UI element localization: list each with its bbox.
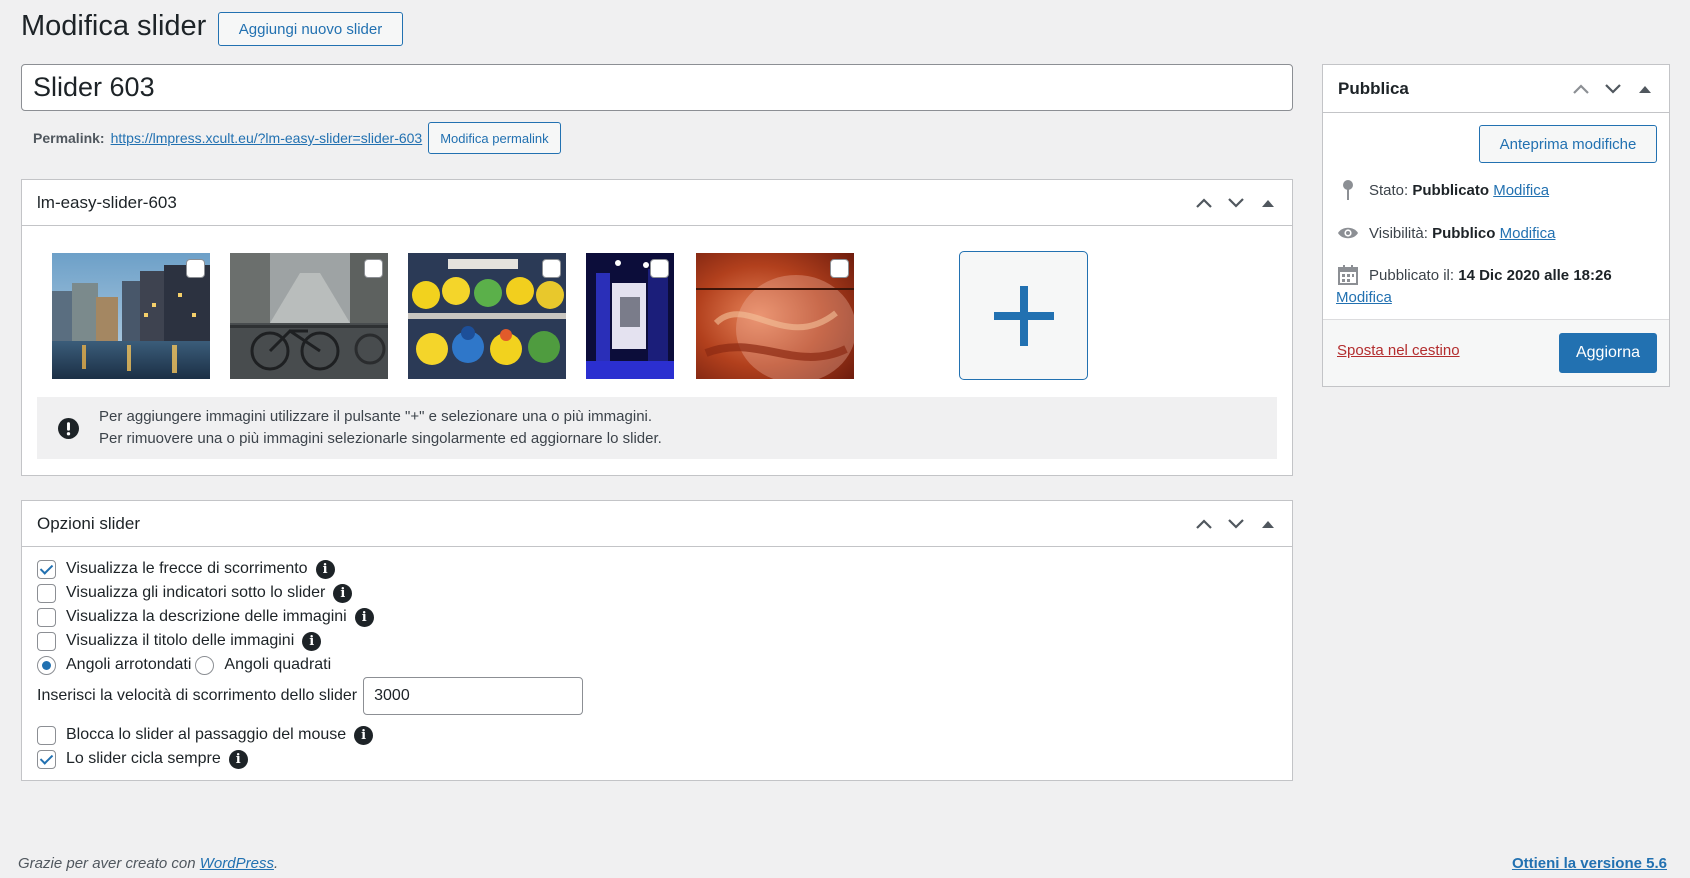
edit-permalink-button[interactable]: Modifica permalink [428, 122, 561, 154]
corners-rounded-radio[interactable] [37, 655, 56, 675]
exclamation-icon [58, 417, 79, 439]
publish-actions: Sposta nel cestino Aggiorna [1323, 319, 1669, 386]
corners-rounded-label: Angoli arrotondati [66, 656, 192, 673]
move-down-icon[interactable] [1222, 189, 1250, 217]
slider-image-blue-lit-corridor[interactable] [586, 253, 674, 379]
option-pause-hover: Blocca lo slider al passaggio del mouse … [37, 723, 374, 747]
move-to-trash-link[interactable]: Sposta nel cestino [1337, 342, 1460, 359]
show-arrows-checkbox[interactable] [37, 559, 56, 579]
status-label: Stato: [1369, 181, 1409, 199]
visibility-value: Pubblico [1432, 224, 1496, 242]
option-show-title: Visualizza il titolo delle immagini i [37, 629, 322, 653]
info-icon[interactable]: i [333, 583, 353, 603]
option-show-description: Visualizza la descrizione delle immagini… [37, 605, 374, 629]
publish-box-header: Pubblica [1323, 65, 1669, 113]
slider-image-amsterdam-canal-night[interactable] [52, 253, 210, 379]
loop-checkbox[interactable] [37, 749, 56, 769]
move-up-icon[interactable] [1567, 75, 1595, 103]
slider-image-rubber-ducks-shelf[interactable] [408, 253, 566, 379]
speed-input[interactable] [363, 677, 584, 715]
permalink-link[interactable]: https://lmpress.xcult.eu/?lm-easy-slider… [111, 130, 423, 146]
edit-status-link[interactable]: Modifica [1493, 182, 1549, 199]
option-speed: Inserisci la velocità di scorrimento del… [37, 677, 584, 715]
pause-hover-label: Blocca lo slider al passaggio del mouse [66, 726, 347, 743]
info-icon[interactable]: i [354, 725, 374, 745]
options-box-title: Opzioni slider [37, 513, 140, 533]
corners-square-label: Angoli quadrati [224, 656, 332, 673]
status-row: Stato: Pubblicato Modifica [1337, 179, 1549, 201]
option-show-arrows: Visualizza le frecce di scorrimento i [37, 557, 335, 581]
show-description-checkbox[interactable] [37, 607, 56, 627]
wordpress-link[interactable]: WordPress [200, 855, 274, 872]
visibility-row: Visibilità: Pubblico Modifica [1337, 222, 1555, 244]
slider-help-notice: Per aggiungere immagini utilizzare il pu… [37, 397, 1277, 459]
slider-images-box: lm-easy-slider-603 Per aggiungere immagi… [21, 179, 1293, 476]
move-up-icon[interactable] [1190, 189, 1218, 217]
show-arrows-label: Visualizza le frecce di scorrimento [66, 560, 308, 577]
update-button[interactable]: Aggiorna [1559, 333, 1657, 373]
slider-image-red-abstract-texture[interactable] [696, 253, 854, 379]
publish-box: Pubblica Anteprima modifiche Stato: Pubb… [1322, 64, 1670, 387]
pin-icon [1337, 179, 1359, 201]
edit-date-link[interactable]: Modifica [1336, 289, 1392, 306]
get-version-link[interactable]: Ottieni la versione 5.6 [1512, 855, 1667, 872]
show-title-checkbox[interactable] [37, 631, 56, 651]
corners-square-radio[interactable] [195, 655, 215, 675]
show-indicators-checkbox[interactable] [37, 583, 56, 603]
info-icon[interactable]: i [302, 631, 322, 651]
loop-label: Lo slider cicla sempre [66, 750, 221, 767]
option-corners: Angoli arrotondati Angoli quadrati [37, 653, 331, 677]
image-select-checkbox[interactable] [542, 259, 561, 278]
slider-title-input[interactable] [21, 64, 1293, 111]
show-title-label: Visualizza il titolo delle immagini [66, 632, 295, 649]
slider-box-title: lm-easy-slider-603 [37, 192, 177, 212]
footer-thanks-suffix: . [273, 855, 279, 872]
move-down-icon[interactable] [1222, 510, 1250, 538]
calendar-icon [1337, 264, 1359, 286]
image-select-checkbox[interactable] [364, 259, 383, 278]
slider-image-bicycle-canal-bridge[interactable] [230, 253, 388, 379]
image-select-checkbox[interactable] [830, 259, 849, 278]
move-up-icon[interactable] [1190, 510, 1218, 538]
info-icon[interactable]: i [228, 749, 248, 769]
notice-line-1: Per aggiungere immagini utilizzare il pu… [99, 408, 653, 425]
edit-visibility-link[interactable]: Modifica [1500, 225, 1556, 242]
eye-icon [1337, 222, 1359, 244]
image-select-checkbox[interactable] [650, 259, 669, 278]
options-box-header: Opzioni slider [22, 501, 1292, 547]
option-loop: Lo slider cicla sempre i [37, 747, 248, 771]
footer-thanks-text: Grazie per aver creato con [18, 855, 196, 872]
collapse-toggle-icon[interactable] [1254, 189, 1282, 217]
slider-options-box: Opzioni slider Visualizza le frecce di s… [21, 500, 1293, 781]
visibility-label: Visibilità: [1369, 224, 1428, 242]
add-image-button[interactable] [959, 251, 1088, 380]
published-value: 14 Dic 2020 alle 18:26 [1458, 266, 1612, 284]
show-description-label: Visualizza la descrizione delle immagini [66, 608, 347, 625]
move-down-icon[interactable] [1599, 75, 1627, 103]
image-select-checkbox[interactable] [186, 259, 205, 278]
preview-changes-button[interactable]: Anteprima modifiche [1479, 125, 1657, 163]
collapse-toggle-icon[interactable] [1631, 75, 1659, 103]
show-indicators-label: Visualizza gli indicatori sotto lo slide… [66, 584, 326, 601]
page-title: Modifica slider [21, 10, 207, 42]
plus-icon [993, 285, 1054, 346]
info-icon[interactable]: i [354, 607, 374, 627]
add-new-slider-button[interactable]: Aggiungi nuovo slider [218, 12, 403, 46]
collapse-toggle-icon[interactable] [1254, 510, 1282, 538]
published-date-row: Pubblicato il: 14 Dic 2020 alle 18:26 [1337, 264, 1612, 286]
publish-box-title: Pubblica [1338, 78, 1409, 98]
slider-box-header: lm-easy-slider-603 [22, 180, 1292, 226]
speed-label: Inserisci la velocità di scorrimento del… [37, 687, 358, 704]
permalink-label: Permalink: [33, 130, 105, 146]
status-value: Pubblicato [1412, 181, 1490, 199]
published-label: Pubblicato il: [1369, 266, 1455, 284]
info-icon[interactable]: i [315, 559, 335, 579]
permalink-row: Permalink: https://lmpress.xcult.eu/?lm-… [33, 122, 561, 154]
option-show-indicators: Visualizza gli indicatori sotto lo slide… [37, 581, 353, 605]
notice-line-2: Per rimuovere una o più immagini selezio… [99, 430, 662, 447]
pause-hover-checkbox[interactable] [37, 725, 56, 745]
footer-thanks: Grazie per aver creato con WordPress. [18, 855, 278, 872]
